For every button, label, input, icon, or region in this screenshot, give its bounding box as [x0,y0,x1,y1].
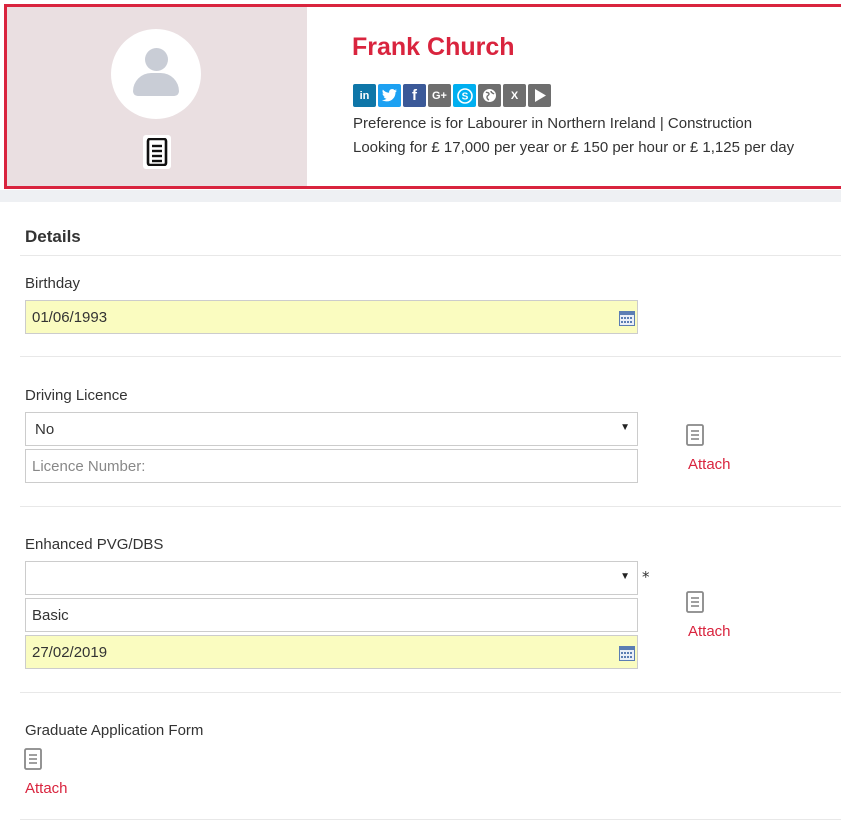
divider [20,255,841,256]
birthday-value: 01/06/1993 [32,309,108,326]
pvg-attach-link[interactable]: Attach [688,623,731,640]
google-plus-icon[interactable]: G+ [428,84,451,107]
calendar-icon[interactable] [619,646,635,661]
linkedin-icon[interactable]: in [353,84,376,107]
profile-header: Frank Church in f G+ S X Preference is f… [4,4,841,189]
divider [20,692,841,693]
skype-icon[interactable]: S [453,84,476,107]
user-silhouette-icon [145,48,168,71]
divider [20,506,841,507]
driving-licence-label: Driving Licence [25,387,128,404]
divider [20,819,841,820]
twitter-icon[interactable] [378,84,401,107]
avatar [111,29,201,119]
social-links: in f G+ S X [353,84,551,107]
calendar-icon[interactable] [619,311,635,326]
avatar-panel [7,7,307,186]
salary-expectation: Looking for £ 17,000 per year or £ 150 p… [353,139,795,156]
section-title-details: Details [25,227,81,246]
svg-text:S: S [461,91,468,102]
user-silhouette-body [133,73,179,96]
driving-licence-selected: No [35,421,55,438]
required-marker: * [642,568,650,586]
section-gap [0,190,841,202]
pvg-level-value: Basic [32,607,69,624]
cv-document-button[interactable] [143,135,171,169]
document-icon[interactable] [24,748,42,770]
chevron-down-icon: ▼ [620,422,630,433]
document-icon [146,138,168,166]
birthday-field[interactable]: 01/06/1993 [25,300,638,334]
pvg-date-value: 27/02/2019 [32,644,108,661]
pvg-select[interactable]: ▼ [25,561,638,595]
licence-number-input[interactable]: Licence Number: [25,449,638,483]
driving-licence-select[interactable]: No ▼ [25,412,638,446]
document-icon[interactable] [686,424,704,446]
document-icon[interactable] [686,591,704,613]
youtube-icon[interactable] [528,84,551,107]
xing-icon[interactable]: X [503,84,526,107]
facebook-icon[interactable]: f [403,84,426,107]
candidate-name: Frank Church [352,33,515,61]
driving-licence-attach-link[interactable]: Attach [688,456,731,473]
divider [20,356,841,357]
pvg-label: Enhanced PVG/DBS [25,536,164,553]
licence-number-placeholder: Licence Number: [32,458,146,475]
job-preference: Preference is for Labourer in Northern I… [353,115,753,132]
birthday-label: Birthday [25,275,81,292]
pvg-level-input[interactable]: Basic [25,598,638,632]
pvg-date-field[interactable]: 27/02/2019 [25,635,638,669]
graduate-form-attach-link[interactable]: Attach [25,780,68,797]
website-icon[interactable] [478,84,501,107]
graduate-form-label: Graduate Application Form [25,722,204,739]
chevron-down-icon: ▼ [620,571,630,582]
